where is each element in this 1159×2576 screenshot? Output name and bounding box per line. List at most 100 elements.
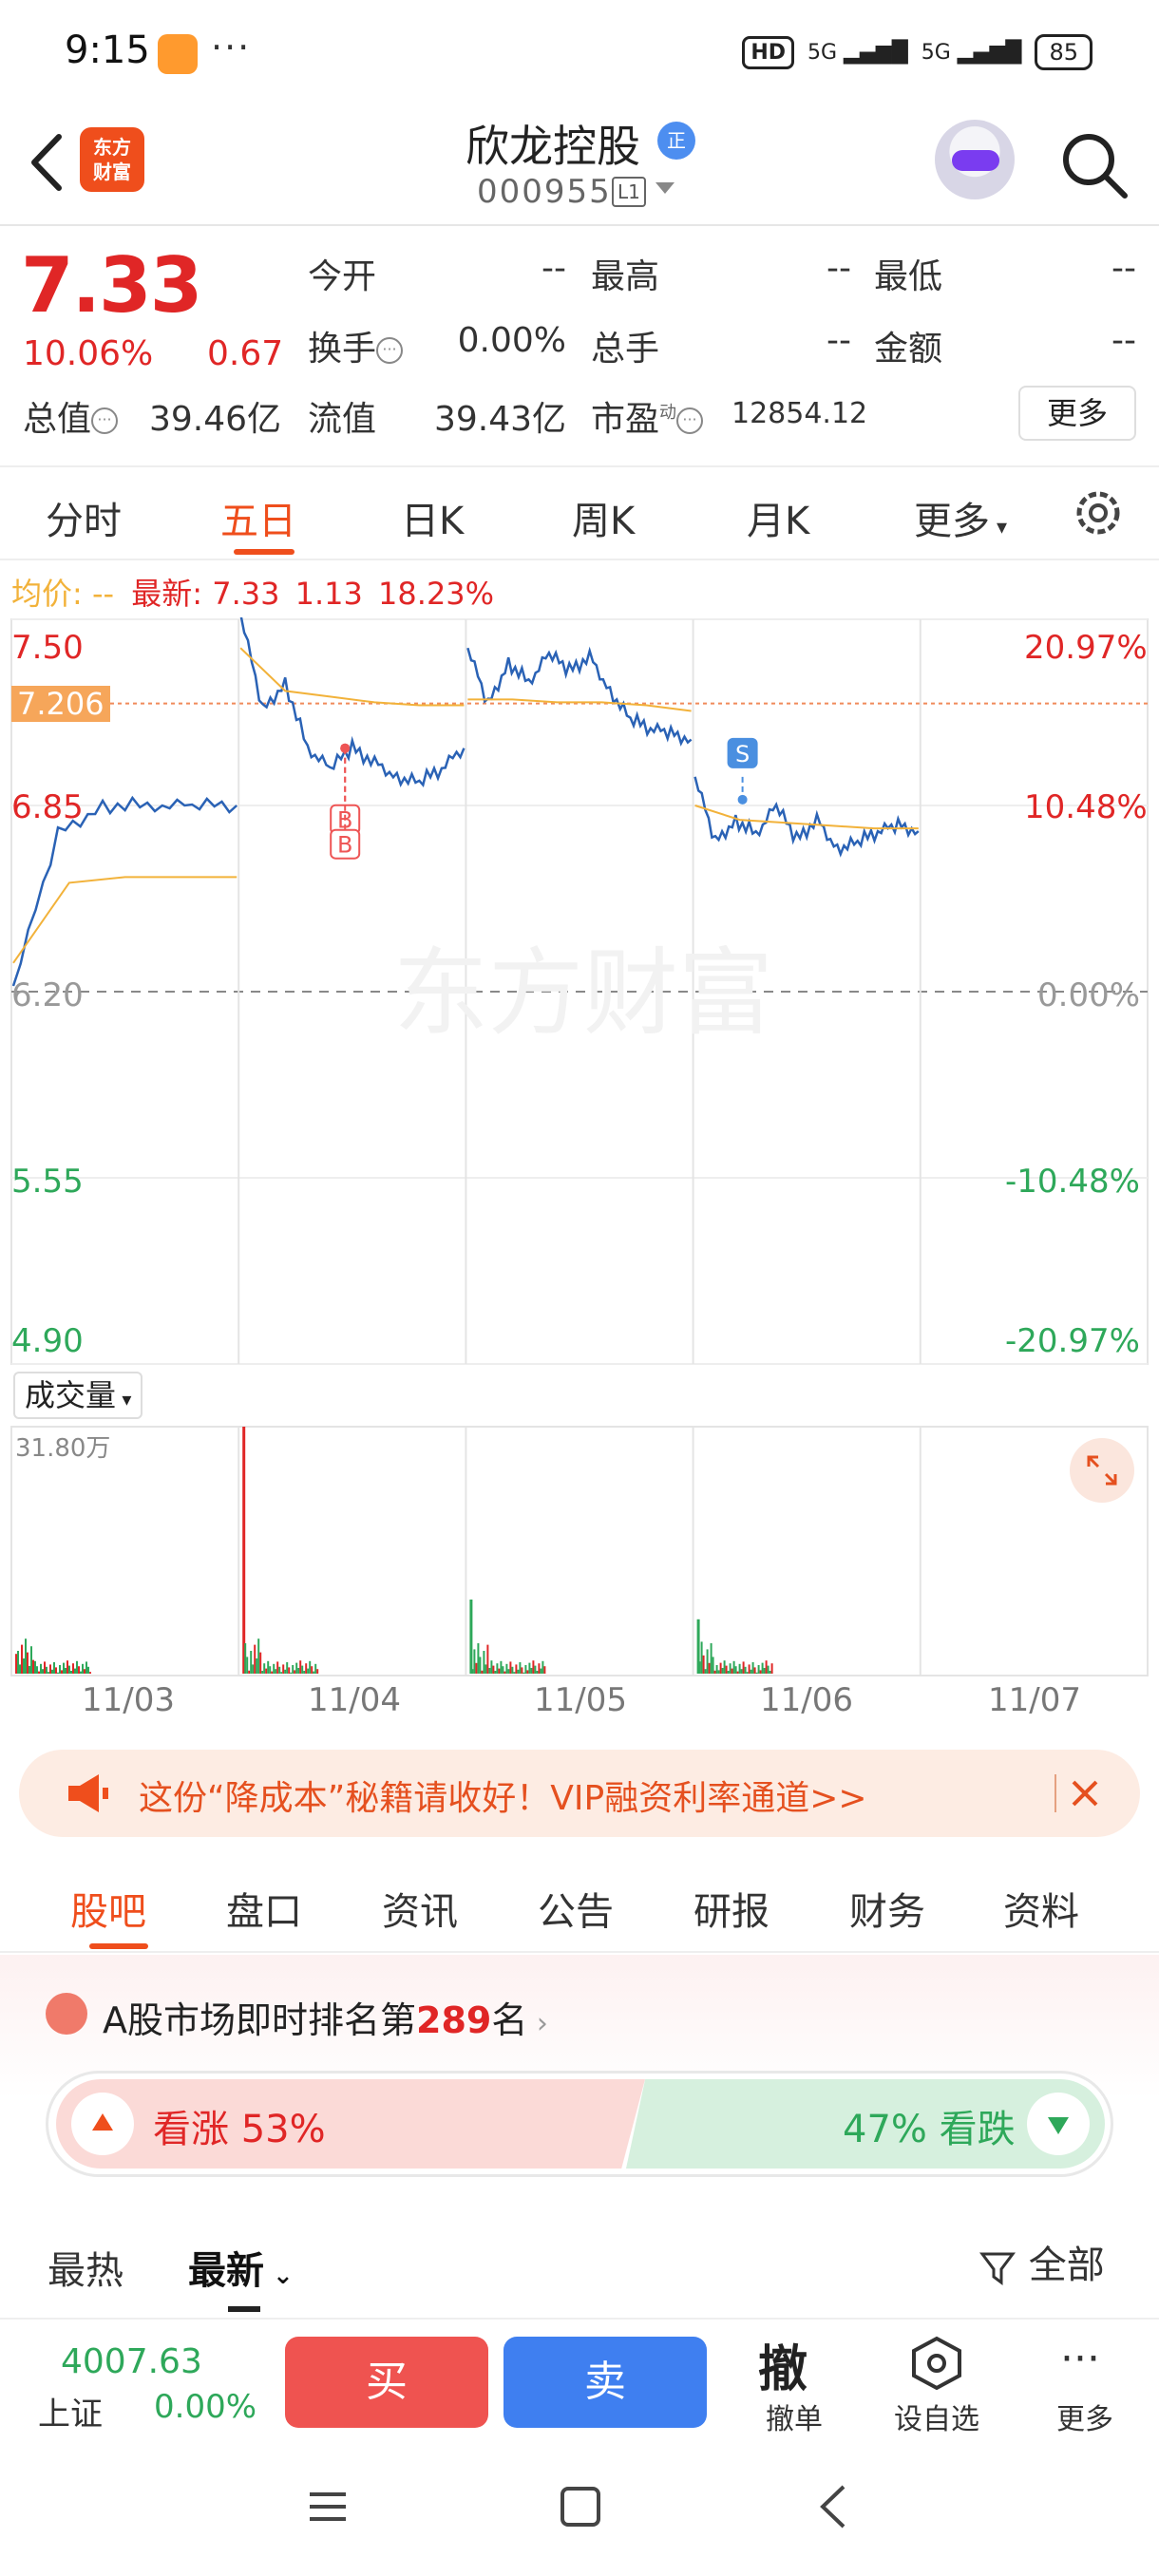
- tab-research[interactable]: 研报: [694, 1881, 770, 1936]
- tab-announcements[interactable]: 公告: [538, 1881, 614, 1936]
- volume-bar: [522, 1672, 525, 1674]
- tab-finance[interactable]: 财务: [849, 1881, 925, 1936]
- tab-five-day[interactable]: 五日: [220, 490, 296, 545]
- volume-bar: [755, 1672, 758, 1674]
- low-label: 最低: [874, 257, 943, 296]
- more-label[interactable]: 更多: [1028, 2396, 1142, 2437]
- cancel-order-icon[interactable]: 撤: [758, 2329, 808, 2400]
- info-icon[interactable]: ···: [91, 407, 119, 434]
- back-nav-icon[interactable]: [813, 2483, 851, 2530]
- five-day-chart[interactable]: 东方财富BBS: [0, 617, 1159, 1738]
- volume-bar: [252, 1664, 255, 1674]
- index-value[interactable]: 4007.63: [61, 2342, 202, 2381]
- margin-trading-badge: 正: [657, 122, 695, 160]
- stock-name[interactable]: 欣龙控股: [466, 112, 640, 175]
- trade-marker-label: S: [735, 741, 750, 767]
- volume-bar: [265, 1668, 268, 1674]
- volume-bar: [250, 1651, 253, 1674]
- volume-bar: [742, 1661, 745, 1674]
- watermark: 东方财富: [393, 938, 773, 1049]
- volume-bar: [763, 1668, 766, 1674]
- filter-button[interactable]: 全部: [978, 2234, 1105, 2289]
- expand-icon[interactable]: [1070, 1438, 1134, 1503]
- back-icon[interactable]: [23, 129, 72, 196]
- market-rank-text[interactable]: A股市场即时排名第289名 ›: [103, 1991, 548, 2043]
- chevron-down-icon[interactable]: [656, 182, 674, 194]
- amount-label: 金额: [874, 330, 943, 369]
- add-watchlist-label[interactable]: 设自选: [880, 2396, 994, 2437]
- trade-marker-label: B: [337, 832, 352, 859]
- info-icon[interactable]: ···: [676, 407, 704, 434]
- add-watchlist-icon[interactable]: [910, 2335, 963, 2392]
- volume-bar: [40, 1663, 42, 1674]
- tab-pankou[interactable]: 盘口: [226, 1881, 302, 1936]
- tab-monthly-k[interactable]: 月K: [747, 490, 809, 545]
- vote-up-button[interactable]: [71, 2093, 134, 2155]
- home-icon[interactable]: [559, 2485, 602, 2529]
- volume-bar: [507, 1669, 510, 1674]
- volume-bar: [316, 1669, 319, 1674]
- y-left-tick: 6.85: [11, 788, 84, 826]
- volume-indicator-selector[interactable]: 成交量 ▾: [13, 1372, 143, 1419]
- tab-profile[interactable]: 资料: [1003, 1881, 1079, 1936]
- avg-price-label: 均价:: [11, 576, 83, 612]
- cancel-order-label[interactable]: 撤单: [737, 2396, 851, 2437]
- open-value: --: [542, 249, 566, 288]
- volume-bar: [712, 1657, 714, 1674]
- volume-bar: [55, 1667, 57, 1674]
- volume-bar: [538, 1663, 541, 1674]
- info-icon[interactable]: ···: [376, 337, 404, 364]
- quote-more-button[interactable]: 更多: [1018, 386, 1136, 441]
- volume-bar: [286, 1662, 289, 1674]
- feed-tab-hot[interactable]: 最热: [48, 2240, 124, 2295]
- volume-bar: [513, 1672, 516, 1674]
- volume-bar: [28, 1666, 30, 1674]
- status-indicators: HD 5G ▂▄▆█ 5G ▂▄▆█ 85: [742, 34, 1092, 70]
- volume-bar: [19, 1664, 21, 1674]
- search-icon[interactable]: [1058, 129, 1130, 201]
- volume-bar: [717, 1670, 720, 1674]
- promo-banner[interactable]: 这份“降成本”秘籍请收好！VIP融资利率通道>>: [19, 1750, 1140, 1837]
- close-icon[interactable]: [1058, 1767, 1112, 1820]
- tab-daily-k[interactable]: 日K: [401, 490, 464, 545]
- index-pct[interactable]: 0.00%: [154, 2388, 256, 2426]
- volume-bar: [477, 1643, 480, 1674]
- tab-guba[interactable]: 股吧: [70, 1881, 146, 1936]
- buy-button[interactable]: 买: [285, 2337, 488, 2428]
- latest-price: 7.33: [212, 576, 280, 612]
- volume-bar: [521, 1667, 523, 1674]
- volume-bar: [473, 1649, 476, 1674]
- volume-bar: [313, 1671, 315, 1674]
- avg-price-value: --: [91, 576, 115, 612]
- vote-down-button[interactable]: [1027, 2093, 1090, 2155]
- section-tabs: 股吧 盘口 资讯 公告 研报 财务 资料: [0, 1854, 1159, 1953]
- volume-bar: [280, 1672, 283, 1674]
- app-logo[interactable]: 东方 财富: [80, 127, 144, 192]
- volume-bar: [504, 1671, 506, 1674]
- index-name[interactable]: 上证: [38, 2388, 103, 2434]
- volume-bar: [275, 1669, 277, 1674]
- volume-bar: [305, 1663, 308, 1674]
- volume-bar: [25, 1638, 27, 1674]
- active-tab-indicator: [234, 549, 294, 555]
- current-price: 7.33: [21, 241, 202, 330]
- tab-intraday[interactable]: 分时: [46, 490, 122, 545]
- volume-bar: [297, 1668, 300, 1674]
- volume-bar: [276, 1661, 279, 1674]
- volume-bar: [723, 1660, 726, 1674]
- volume-bar: [36, 1666, 38, 1674]
- stock-code[interactable]: 000955: [477, 173, 612, 211]
- tab-news[interactable]: 资讯: [382, 1881, 458, 1936]
- tab-weekly-k[interactable]: 周K: [572, 490, 635, 545]
- tab-more[interactable]: 更多 ▾: [914, 490, 1007, 545]
- volume-max-label: 31.80万: [15, 1434, 111, 1463]
- more-dots-icon[interactable]: ···: [1060, 2335, 1100, 2383]
- promo-text[interactable]: 这份“降成本”秘籍请收好！VIP融资利率通道>>: [139, 1771, 867, 1820]
- sell-button[interactable]: 卖: [504, 2337, 707, 2428]
- feed-tab-latest[interactable]: 最新 ⌄: [188, 2240, 294, 2295]
- volume-bar: [734, 1666, 737, 1674]
- megaphone-icon: [68, 1774, 108, 1812]
- gear-icon[interactable]: [1070, 484, 1127, 541]
- menu-icon[interactable]: [306, 2485, 350, 2529]
- float-label: 流值: [308, 400, 377, 439]
